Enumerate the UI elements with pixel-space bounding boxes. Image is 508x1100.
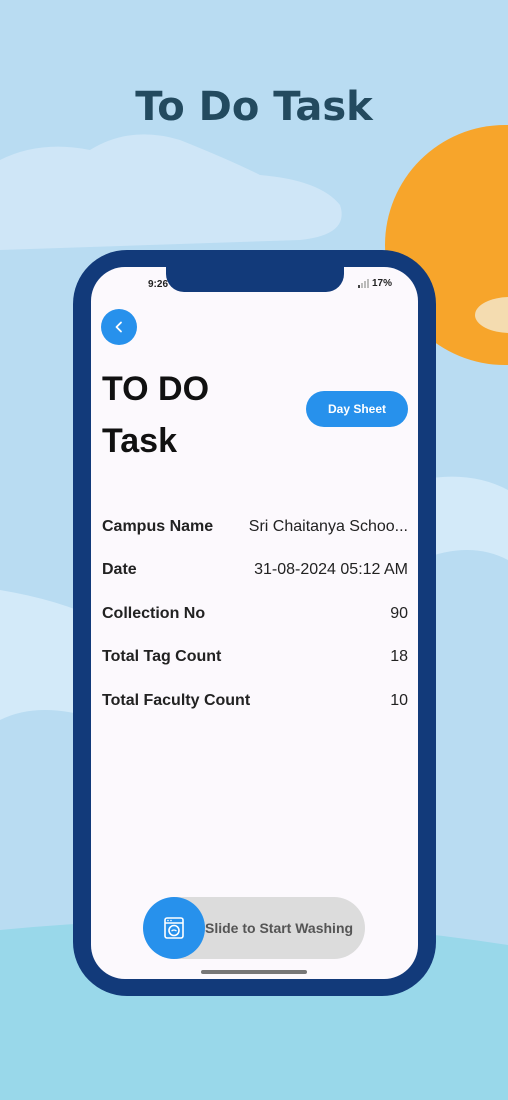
chevron-left-icon bbox=[115, 321, 122, 333]
slider-knob[interactable] bbox=[143, 897, 205, 959]
status-time: 9:26 bbox=[148, 279, 169, 290]
page-title: TO DO Task bbox=[102, 370, 210, 460]
signal-icon bbox=[357, 279, 369, 288]
detail-label: Total Faculty Count bbox=[102, 691, 251, 709]
back-button[interactable] bbox=[101, 309, 137, 345]
detail-label: Collection No bbox=[102, 604, 206, 622]
start-washing-slider[interactable]: Slide to Start Washing bbox=[143, 897, 365, 959]
detail-label: Campus Name bbox=[102, 517, 214, 535]
detail-row-campus: Campus Name Sri Chaitanya Schoo... bbox=[102, 505, 408, 549]
detail-label: Date bbox=[102, 561, 137, 579]
task-details: Campus Name Sri Chaitanya Schoo... Date … bbox=[102, 505, 408, 723]
status-indicators: 17% bbox=[357, 278, 392, 289]
detail-value: 10 bbox=[390, 691, 408, 709]
detail-value: 18 bbox=[390, 648, 408, 666]
home-indicator bbox=[201, 970, 307, 974]
slider-label: Slide to Start Washing bbox=[205, 920, 354, 936]
day-sheet-button[interactable]: Day Sheet bbox=[306, 391, 408, 427]
detail-value: 31-08-2024 05:12 AM bbox=[254, 561, 408, 579]
detail-label: Total Tag Count bbox=[102, 648, 222, 666]
battery-text: 17% bbox=[371, 278, 392, 289]
hero-title: To Do Task bbox=[135, 84, 373, 130]
detail-row-tag-count: Total Tag Count 18 bbox=[102, 636, 408, 680]
phone-frame: 9:26 17% TO DO Task Day Sheet Campus Nam… bbox=[73, 250, 436, 996]
detail-value: 90 bbox=[390, 604, 408, 622]
detail-value: Sri Chaitanya Schoo... bbox=[248, 517, 408, 535]
detail-row-date: Date 31-08-2024 05:12 AM bbox=[102, 549, 408, 593]
phone-screen: 9:26 17% TO DO Task Day Sheet Campus Nam… bbox=[91, 267, 418, 979]
detail-row-collection: Collection No 90 bbox=[102, 592, 408, 636]
phone-notch bbox=[166, 267, 344, 292]
detail-row-faculty-count: Total Faculty Count 10 bbox=[102, 679, 408, 723]
washing-machine-icon bbox=[164, 917, 184, 939]
